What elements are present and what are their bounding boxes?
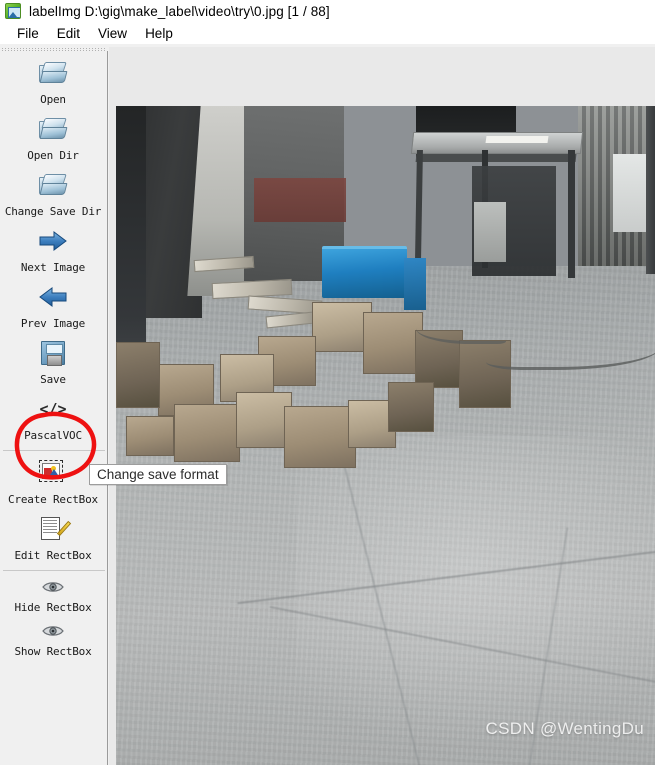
tool-edit-rectbox[interactable]: Edit RectBox [0, 510, 106, 566]
arrow-right-icon [0, 225, 106, 257]
floppy-save-icon [0, 337, 106, 369]
menu-item-file[interactable]: File [8, 25, 48, 42]
scene-table-apron [415, 154, 577, 162]
tool-change-save-dir-label: Change Save Dir [4, 205, 102, 218]
scene-blue-crate [322, 246, 407, 298]
tool-save-label: Save [40, 373, 66, 386]
eye-icon [0, 621, 106, 641]
menu-item-view[interactable]: View [89, 25, 136, 42]
toolbar-separator [2, 570, 105, 571]
eye-icon [0, 577, 106, 597]
tool-prev-image[interactable]: Prev Image [0, 278, 106, 334]
image-canvas[interactable]: CSDN @WentingDu [109, 47, 655, 765]
tooltip-change-save-format: Change save format [89, 464, 227, 485]
tool-show-rectbox-label: Show RectBox [14, 645, 92, 658]
window-title: labelImg D:\gig\make_label\video\try\0.j… [29, 3, 330, 19]
scene-shelf [474, 202, 506, 262]
tool-show-rectbox[interactable]: Show RectBox [0, 618, 106, 662]
scene-blue-crate-small [404, 258, 426, 310]
folder-open-icon [0, 57, 106, 89]
scene-table-leg [415, 149, 423, 259]
tool-next-image[interactable]: Next Image [0, 222, 106, 278]
left-toolbar: Open Open Dir Change Save Dir Next Image… [0, 51, 108, 765]
toolbar-separator [2, 450, 105, 451]
scene-table-paper [485, 136, 549, 143]
tool-open-label: Open [40, 93, 66, 106]
labelimg-window: labelImg D:\gig\make_label\video\try\0.j… [0, 0, 655, 765]
folder-open-icon [0, 169, 106, 201]
scene-table-leg [568, 150, 575, 278]
arrow-left-icon [0, 281, 106, 313]
menu-item-edit[interactable]: Edit [48, 25, 89, 42]
menu-bar: File Edit View Help [0, 22, 655, 44]
annotation-image[interactable]: CSDN @WentingDu [116, 106, 655, 765]
app-icon [5, 3, 21, 19]
scene-cardboard-box [388, 382, 434, 432]
tool-pascalvoc-label: PascalVOC [24, 429, 82, 442]
scene-cardboard-box [116, 342, 160, 408]
menu-item-help[interactable]: Help [136, 25, 182, 42]
title-bar: labelImg D:\gig\make_label\video\try\0.j… [0, 0, 655, 22]
scene-cardboard-box [126, 416, 174, 456]
watermark-text: CSDN @WentingDu [485, 719, 644, 738]
tool-edit-rectbox-label: Edit RectBox [14, 549, 92, 562]
tool-save[interactable]: Save [0, 334, 106, 390]
scene-cardboard-box [363, 312, 423, 374]
tool-open-dir[interactable]: Open Dir [0, 110, 106, 166]
edit-rectbox-icon [0, 513, 106, 545]
tool-pascalvoc[interactable]: </> PascalVOC [0, 390, 106, 446]
tool-open[interactable]: Open [0, 54, 106, 110]
folder-open-icon [0, 113, 106, 145]
tool-create-rectbox-label: Create RectBox [8, 493, 98, 506]
scene-pillar [646, 106, 655, 274]
tool-hide-rectbox-label: Hide RectBox [14, 601, 92, 614]
tool-next-image-label: Next Image [20, 261, 86, 274]
scene-cardboard-box [284, 406, 356, 468]
tool-prev-image-label: Prev Image [20, 317, 86, 330]
code-format-icon: </> [39, 400, 67, 418]
tool-change-save-dir[interactable]: Change Save Dir [0, 166, 106, 222]
tool-open-dir-label: Open Dir [27, 149, 79, 162]
scene-cardboard-box [174, 404, 240, 462]
tool-hide-rectbox[interactable]: Hide RectBox [0, 574, 106, 618]
scene-wall-red-panel [254, 178, 346, 222]
